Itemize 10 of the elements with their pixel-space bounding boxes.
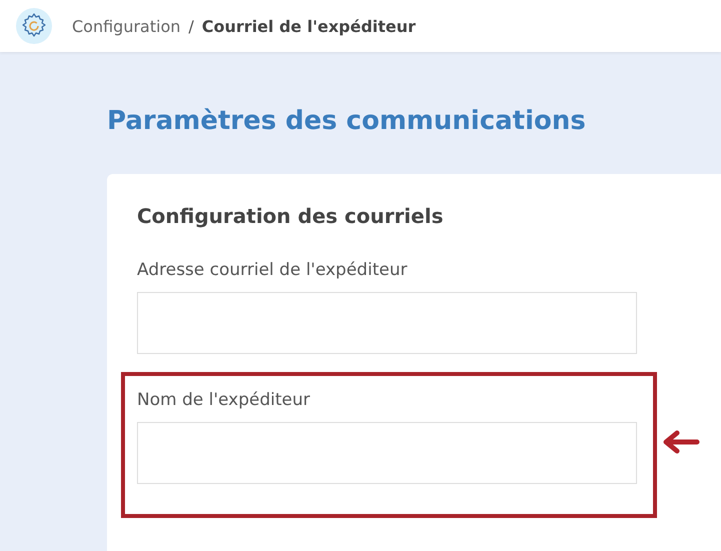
settings-icon[interactable] <box>14 6 54 46</box>
page-title: Paramètres des communications <box>107 106 587 136</box>
card-title: Configuration des courriels <box>137 204 444 228</box>
breadcrumb-link[interactable]: Configuration <box>72 16 181 36</box>
field-label: Nom de l'expéditeur <box>137 390 312 410</box>
arrow-icon <box>661 430 701 454</box>
breadcrumb-separator: / <box>188 16 194 36</box>
input-field[interactable] <box>137 422 637 484</box>
input-field[interactable] <box>137 292 637 354</box>
field-label: Adresse courriel de l'expéditeur <box>137 260 408 280</box>
